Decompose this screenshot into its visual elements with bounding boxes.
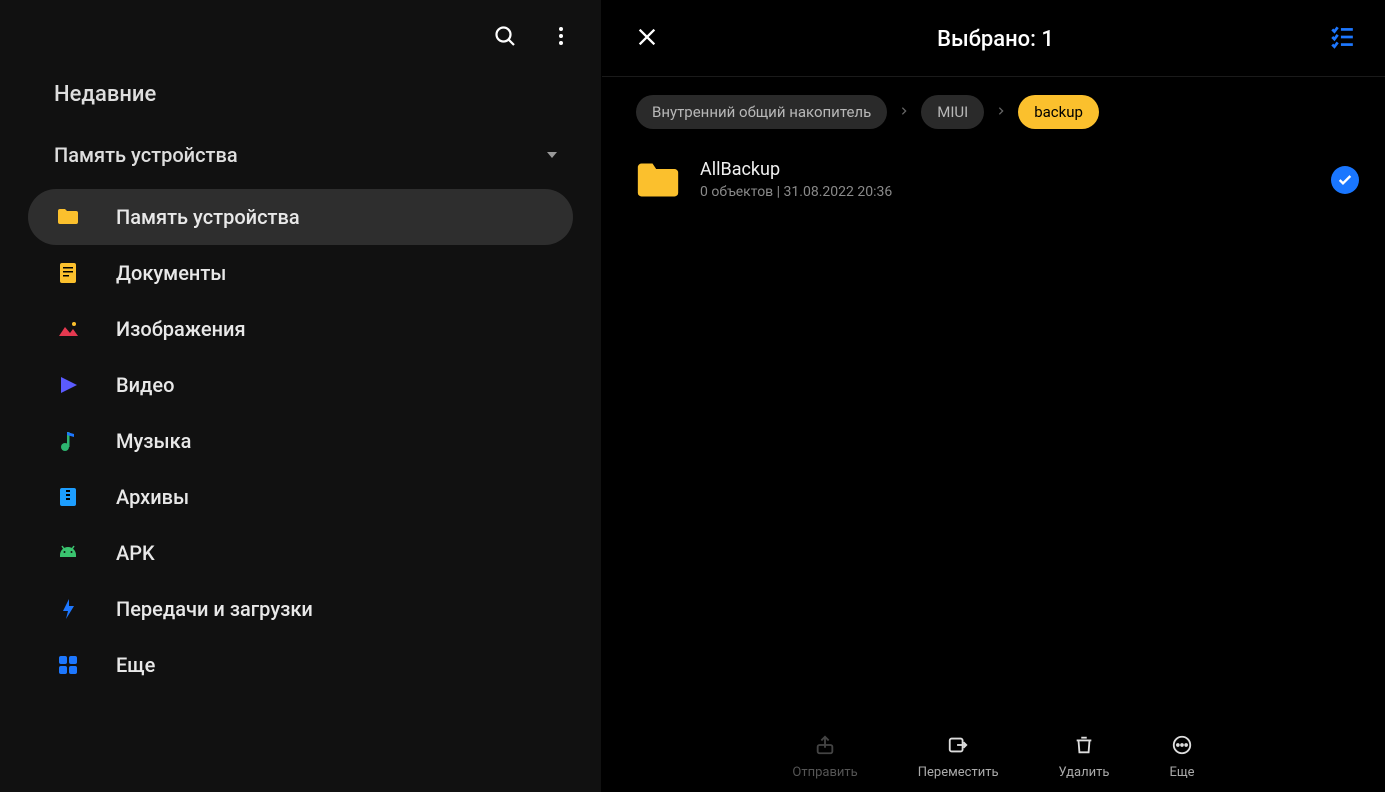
nav-label: Музыка [116, 429, 191, 453]
document-icon [56, 261, 80, 285]
folder-icon [636, 161, 680, 199]
search-icon [493, 24, 517, 48]
android-icon [56, 541, 80, 565]
file-list: AllBackup 0 объектов | 31.08.2022 20:36 [602, 147, 1385, 715]
action-send[interactable]: Отправить [792, 733, 857, 780]
nav-item-storage[interactable]: Память устройства [28, 189, 573, 245]
action-label: Еще [1169, 765, 1194, 780]
kebab-icon [549, 24, 573, 48]
nav-item-archives[interactable]: Архивы [28, 469, 573, 525]
trash-icon [1072, 733, 1096, 757]
search-button[interactable] [493, 24, 517, 48]
grid-icon [56, 653, 80, 677]
sidebar: Недавние Память устройства Память устрой… [0, 0, 602, 792]
nav-item-more[interactable]: Еще [28, 637, 573, 693]
breadcrumb-item[interactable]: Внутренний общий накопитель [636, 95, 887, 129]
sidebar-topbar [0, 0, 601, 64]
breadcrumb-item-current[interactable]: backup [1018, 95, 1099, 129]
nav-item-music[interactable]: Музыка [28, 413, 573, 469]
chevron-right-icon [996, 104, 1006, 120]
image-icon [56, 317, 80, 341]
archive-icon [56, 485, 80, 509]
select-all-button[interactable] [1329, 24, 1355, 54]
nav-item-documents[interactable]: Документы [28, 245, 573, 301]
transfer-icon [56, 597, 80, 621]
file-meta: 0 объектов | 31.08.2022 20:36 [700, 184, 1311, 200]
checklist-icon [1329, 24, 1355, 50]
close-icon [636, 26, 658, 48]
move-icon [946, 733, 970, 757]
checkbox-checked[interactable] [1331, 166, 1359, 194]
bottom-action-bar: Отправить Переместить Удалить Еще [602, 715, 1385, 792]
nav-label: Передачи и загрузки [116, 597, 313, 621]
action-delete[interactable]: Удалить [1059, 733, 1110, 780]
selection-title: Выбрано: 1 [937, 27, 1054, 52]
action-move[interactable]: Переместить [918, 733, 999, 780]
nav-item-images[interactable]: Изображения [28, 301, 573, 357]
nav-label: APK [116, 541, 155, 565]
folder-icon [56, 205, 80, 229]
file-row[interactable]: AllBackup 0 объектов | 31.08.2022 20:36 [636, 151, 1359, 208]
chevron-down-icon [547, 152, 557, 158]
close-button[interactable] [632, 22, 662, 56]
nav-list: Память устройства Документы Изображения … [0, 183, 601, 693]
video-icon [56, 373, 80, 397]
checkmark-icon [1337, 172, 1353, 188]
section-title-recent: Недавние [0, 64, 601, 127]
action-more[interactable]: Еще [1169, 733, 1194, 780]
storage-dropdown[interactable]: Память устройства [0, 127, 601, 183]
music-icon [56, 429, 80, 453]
nav-label: Изображения [116, 317, 246, 341]
action-label: Переместить [918, 765, 999, 780]
nav-label: Документы [116, 261, 226, 285]
nav-label: Архивы [116, 485, 189, 509]
more-icon [1170, 733, 1194, 757]
breadcrumb: Внутренний общий накопитель MIUI backup [602, 77, 1385, 147]
dropdown-label: Память устройства [54, 143, 238, 167]
nav-item-videos[interactable]: Видео [28, 357, 573, 413]
file-info: AllBackup 0 объектов | 31.08.2022 20:36 [700, 159, 1311, 200]
nav-label: Видео [116, 373, 174, 397]
nav-label: Память устройства [116, 205, 300, 229]
nav-item-apk[interactable]: APK [28, 525, 573, 581]
breadcrumb-item[interactable]: MIUI [921, 95, 984, 129]
file-name: AllBackup [700, 159, 1311, 180]
chevron-right-icon [899, 104, 909, 120]
action-label: Удалить [1059, 765, 1110, 780]
nav-label: Еще [116, 653, 155, 677]
action-label: Отправить [792, 765, 857, 780]
main-header: Выбрано: 1 [602, 0, 1385, 77]
nav-item-transfers[interactable]: Передачи и загрузки [28, 581, 573, 637]
more-options-button[interactable] [549, 24, 573, 48]
main-panel: Выбрано: 1 Внутренний общий накопитель M… [602, 0, 1385, 792]
share-icon [813, 733, 837, 757]
